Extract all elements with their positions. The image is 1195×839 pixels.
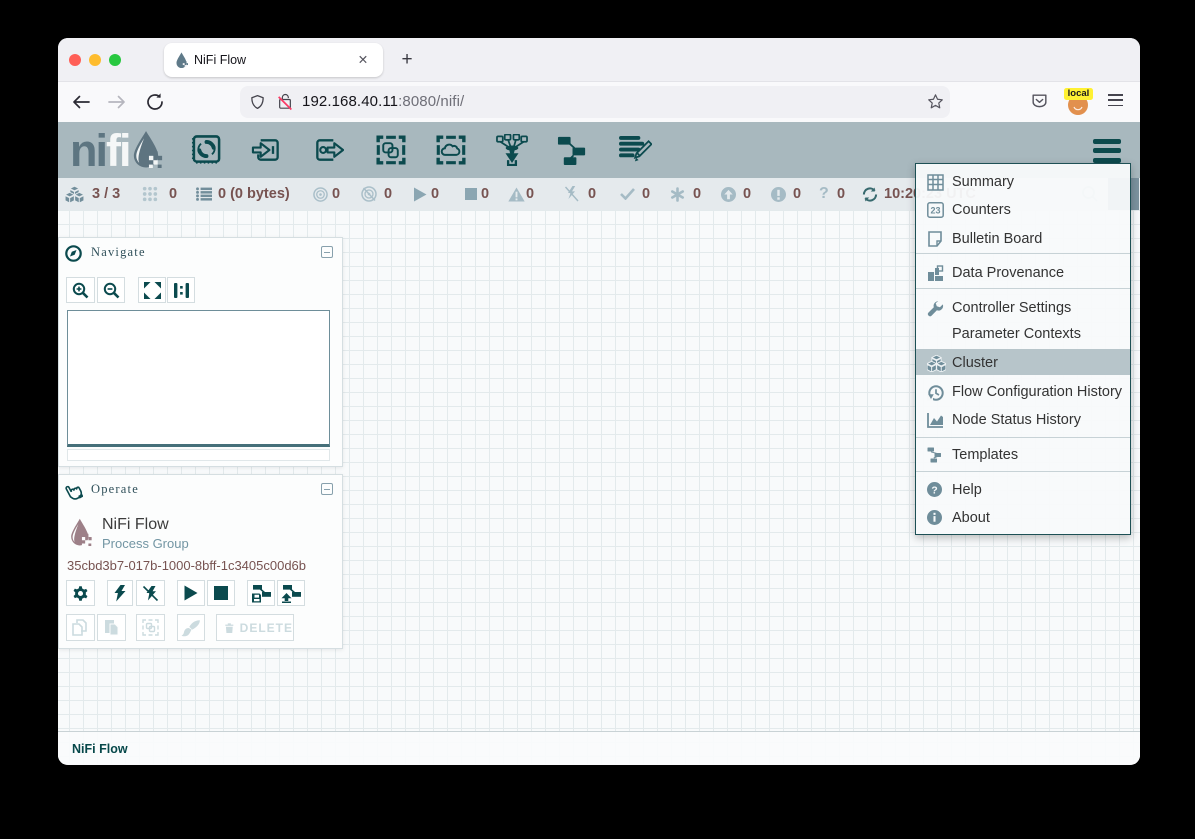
svg-text:?: ?	[931, 485, 937, 496]
svg-text:23: 23	[930, 206, 940, 216]
